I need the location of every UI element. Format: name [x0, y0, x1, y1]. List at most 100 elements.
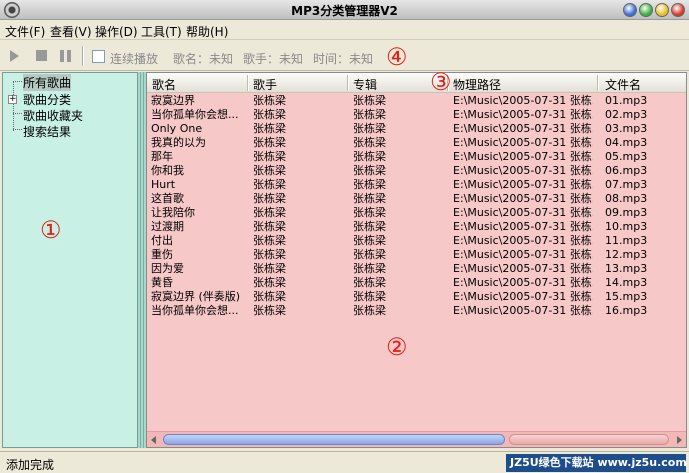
scrollbar-thumb[interactable]	[163, 434, 505, 445]
continuous-play-checkbox[interactable]	[92, 50, 105, 63]
table-row[interactable]: 当你孤单你会想... 张栋梁 张栋梁 E:\Music\2005-07-31 张栋..…	[147, 304, 686, 318]
column-divider[interactable]	[347, 75, 349, 91]
cell-album: 张栋梁	[353, 94, 386, 107]
table-row[interactable]: 让我陪你 张栋梁 张栋梁 E:\Music\2005-07-31 张栋... 09.mp…	[147, 206, 686, 220]
menu-file[interactable]: 文件(F)	[5, 23, 45, 40]
cell-album: 张栋梁	[353, 108, 386, 121]
tree-item-categories[interactable]: 歌曲分类	[23, 91, 71, 108]
minimize-button[interactable]	[639, 3, 653, 17]
table-row[interactable]: 黄昏 张栋梁 张栋梁 E:\Music\2005-07-31 张栋... 14.mp3	[147, 276, 686, 290]
scrollbar-track[interactable]	[509, 434, 669, 445]
table-row[interactable]: 寂寞边界 (伴奏版) 张栋梁 张栋梁 E:\Music\2005-07-31 张栋..…	[147, 290, 686, 304]
cell-album: 张栋梁	[353, 206, 386, 219]
table-row[interactable]: 付出 张栋梁 张栋梁 E:\Music\2005-07-31 张栋... 11.mp3	[147, 234, 686, 248]
cell-filename: 14.mp3	[605, 276, 648, 289]
menu-view[interactable]: 查看(V)	[50, 23, 92, 40]
cell-filename: 03.mp3	[605, 122, 648, 135]
cell-title: 当你孤单你会想...	[151, 108, 239, 121]
pause-icon[interactable]	[60, 50, 71, 62]
menu-help[interactable]: 帮助(H)	[186, 23, 228, 40]
cell-artist: 张栋梁	[253, 248, 286, 261]
cell-artist: 张栋梁	[253, 290, 286, 303]
table-row[interactable]: 重伤 张栋梁 张栋梁 E:\Music\2005-07-31 张栋... 12.mp3	[147, 248, 686, 262]
cell-filename: 02.mp3	[605, 108, 648, 121]
table-row[interactable]: 因为爱 张栋梁 张栋梁 E:\Music\2005-07-31 张栋... 13.mp3	[147, 262, 686, 276]
column-header-filename[interactable]: 文件名	[605, 76, 641, 93]
table-row[interactable]: Hurt 张栋梁 张栋梁 E:\Music\2005-07-31 张栋... 07.mp…	[147, 178, 686, 192]
cell-filename: 13.mp3	[605, 262, 648, 275]
cell-filename: 08.mp3	[605, 192, 648, 205]
song-name-info: 歌名：未知	[173, 52, 234, 66]
cell-filename: 09.mp3	[605, 206, 648, 219]
table-row[interactable]: 我真的以为 张栋梁 张栋梁 E:\Music\2005-07-31 张栋... 04.m…	[147, 136, 686, 150]
column-header-artist[interactable]: 歌手	[253, 76, 277, 93]
cell-artist: 张栋梁	[253, 164, 286, 177]
stop-icon[interactable]	[36, 50, 47, 61]
cell-filename: 15.mp3	[605, 290, 648, 303]
cell-filename: 10.mp3	[605, 220, 648, 233]
cell-album: 张栋梁	[353, 178, 386, 191]
table-row[interactable]: 寂寞边界 张栋梁 张栋梁 E:\Music\2005-07-31 张栋... 01.mp…	[147, 94, 686, 108]
cell-path: E:\Music\2005-07-31 张栋...	[453, 220, 593, 233]
column-header-album[interactable]: 专辑	[353, 76, 377, 93]
table-row[interactable]: 当你孤单你会想... 张栋梁 张栋梁 E:\Music\2005-07-31 张栋..…	[147, 108, 686, 122]
category-tree[interactable]: + 所有歌曲 歌曲分类 歌曲收藏夹 搜索结果	[2, 72, 138, 448]
cell-filename: 05.mp3	[605, 150, 648, 163]
tree-item-search-results[interactable]: 搜索结果	[23, 123, 71, 140]
cell-path: E:\Music\2005-07-31 张栋...	[453, 94, 593, 107]
cell-path: E:\Music\2005-07-31 张栋...	[453, 178, 593, 191]
annotation-marker-3: ③	[430, 68, 452, 96]
cell-album: 张栋梁	[353, 290, 386, 303]
maximize-button[interactable]	[655, 3, 669, 17]
column-divider[interactable]	[247, 75, 249, 91]
title-bar: MP3分类管理器V2	[0, 0, 689, 20]
status-text: 添加完成	[6, 458, 55, 472]
close-button[interactable]	[671, 3, 685, 17]
table-row[interactable]: 你和我 张栋梁 张栋梁 E:\Music\2005-07-31 张栋... 06.mp3	[147, 164, 686, 178]
tree-item-all-songs[interactable]: 所有歌曲	[23, 74, 72, 91]
tree-item-favorites[interactable]: 歌曲收藏夹	[23, 107, 83, 124]
table-row[interactable]: Only One 张栋梁 张栋梁 E:\Music\2005-07-31 张栋... 0…	[147, 122, 686, 136]
help-window-button[interactable]	[623, 3, 637, 17]
cell-album: 张栋梁	[353, 136, 386, 149]
artist-info: 歌手：未知	[243, 52, 304, 66]
cell-filename: 11.mp3	[605, 234, 648, 247]
column-divider[interactable]	[597, 75, 599, 91]
cell-album: 张栋梁	[353, 304, 386, 317]
scroll-left-icon[interactable]	[151, 436, 156, 444]
cell-artist: 张栋梁	[253, 276, 286, 289]
time-info: 时间：未知	[313, 52, 374, 66]
site-watermark: JZ5U绿色下载站 www.jz5u.com	[506, 454, 687, 472]
song-list[interactable]: 歌名 歌手 专辑 物理路径 文件名 寂寞边界 张栋梁 张栋梁 E:\Music\200…	[146, 72, 687, 448]
continuous-play-label: 连续播放	[110, 52, 159, 66]
cell-artist: 张栋梁	[253, 234, 286, 247]
cell-album: 张栋梁	[353, 164, 386, 177]
cell-title: 因为爱	[151, 262, 184, 275]
expand-plus-icon[interactable]: +	[8, 95, 17, 104]
menu-tools[interactable]: 工具(T)	[141, 23, 182, 40]
cell-album: 张栋梁	[353, 248, 386, 261]
menu-operate[interactable]: 操作(D)	[95, 23, 138, 40]
table-row[interactable]: 那年 张栋梁 张栋梁 E:\Music\2005-07-31 张栋... 05.mp3	[147, 150, 686, 164]
annotation-marker-4: ④	[386, 43, 408, 71]
play-icon[interactable]	[10, 50, 19, 62]
cell-filename: 07.mp3	[605, 178, 648, 191]
column-header-title[interactable]: 歌名	[152, 76, 176, 93]
panel-splitter[interactable]	[138, 72, 146, 448]
tree-connector	[13, 81, 14, 131]
cell-path: E:\Music\2005-07-31 张栋...	[453, 108, 593, 121]
horizontal-scrollbar[interactable]	[147, 431, 686, 447]
cell-path: E:\Music\2005-07-31 张栋...	[453, 262, 593, 275]
cell-album: 张栋梁	[353, 220, 386, 233]
table-row[interactable]: 这首歌 张栋梁 张栋梁 E:\Music\2005-07-31 张栋... 08.mp3	[147, 192, 686, 206]
cell-artist: 张栋梁	[253, 304, 286, 317]
scroll-right-icon[interactable]	[677, 436, 682, 444]
cell-filename: 01.mp3	[605, 94, 648, 107]
cell-album: 张栋梁	[353, 276, 386, 289]
cell-title: 我真的以为	[151, 136, 206, 149]
cell-artist: 张栋梁	[253, 178, 286, 191]
cell-artist: 张栋梁	[253, 192, 286, 205]
cell-path: E:\Music\2005-07-31 张栋...	[453, 122, 593, 135]
column-header-path[interactable]: 物理路径	[453, 76, 501, 93]
table-row[interactable]: 过渡期 张栋梁 张栋梁 E:\Music\2005-07-31 张栋... 10.mp3	[147, 220, 686, 234]
